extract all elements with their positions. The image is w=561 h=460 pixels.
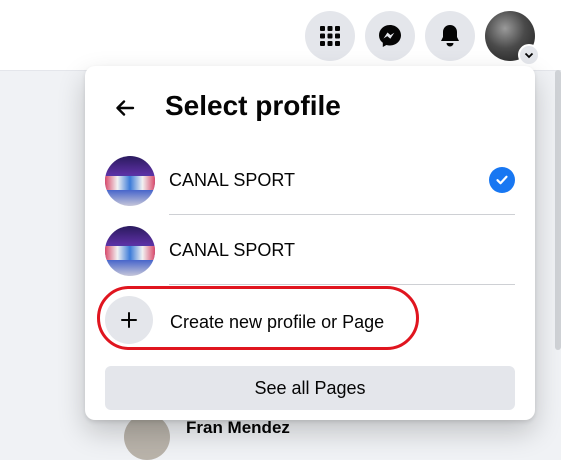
grid-menu-icon bbox=[320, 26, 340, 46]
check-icon bbox=[496, 175, 508, 185]
account-menu-caret[interactable] bbox=[518, 44, 540, 66]
arrow-left-icon bbox=[116, 100, 135, 116]
divider bbox=[169, 214, 515, 215]
divider bbox=[169, 284, 515, 285]
profile-avatar bbox=[105, 226, 155, 276]
background-name: Fran Mendez bbox=[186, 418, 290, 437]
selected-check bbox=[489, 167, 515, 193]
menu-button[interactable] bbox=[305, 11, 355, 61]
profile-option[interactable]: CANAL SPORT bbox=[99, 150, 521, 214]
profile-name: CANAL SPORT bbox=[169, 170, 296, 190]
page-scrollbar[interactable] bbox=[555, 70, 561, 350]
back-button[interactable] bbox=[107, 90, 143, 126]
plus-icon bbox=[121, 312, 137, 328]
bell-icon bbox=[441, 25, 459, 47]
messenger-icon bbox=[379, 25, 401, 47]
see-all-pages-button[interactable]: See all Pages bbox=[105, 366, 515, 410]
messenger-button[interactable] bbox=[365, 11, 415, 61]
select-profile-menu: Select profile CANAL SPORT CANAL SPORT C… bbox=[85, 66, 535, 420]
profile-name: CANAL SPORT bbox=[169, 240, 296, 260]
chevron-down-icon bbox=[524, 52, 534, 59]
background-avatar bbox=[124, 414, 170, 460]
profile-option[interactable]: CANAL SPORT bbox=[99, 220, 521, 284]
create-label: Create new profile or Page bbox=[170, 312, 385, 332]
menu-title: Select profile bbox=[165, 90, 341, 121]
profile-avatar bbox=[105, 156, 155, 206]
top-navigation-bar bbox=[0, 0, 561, 71]
notifications-button[interactable] bbox=[425, 11, 475, 61]
plus-button bbox=[105, 296, 153, 344]
create-profile-or-page-option[interactable]: Create new profile or Page bbox=[99, 290, 521, 350]
